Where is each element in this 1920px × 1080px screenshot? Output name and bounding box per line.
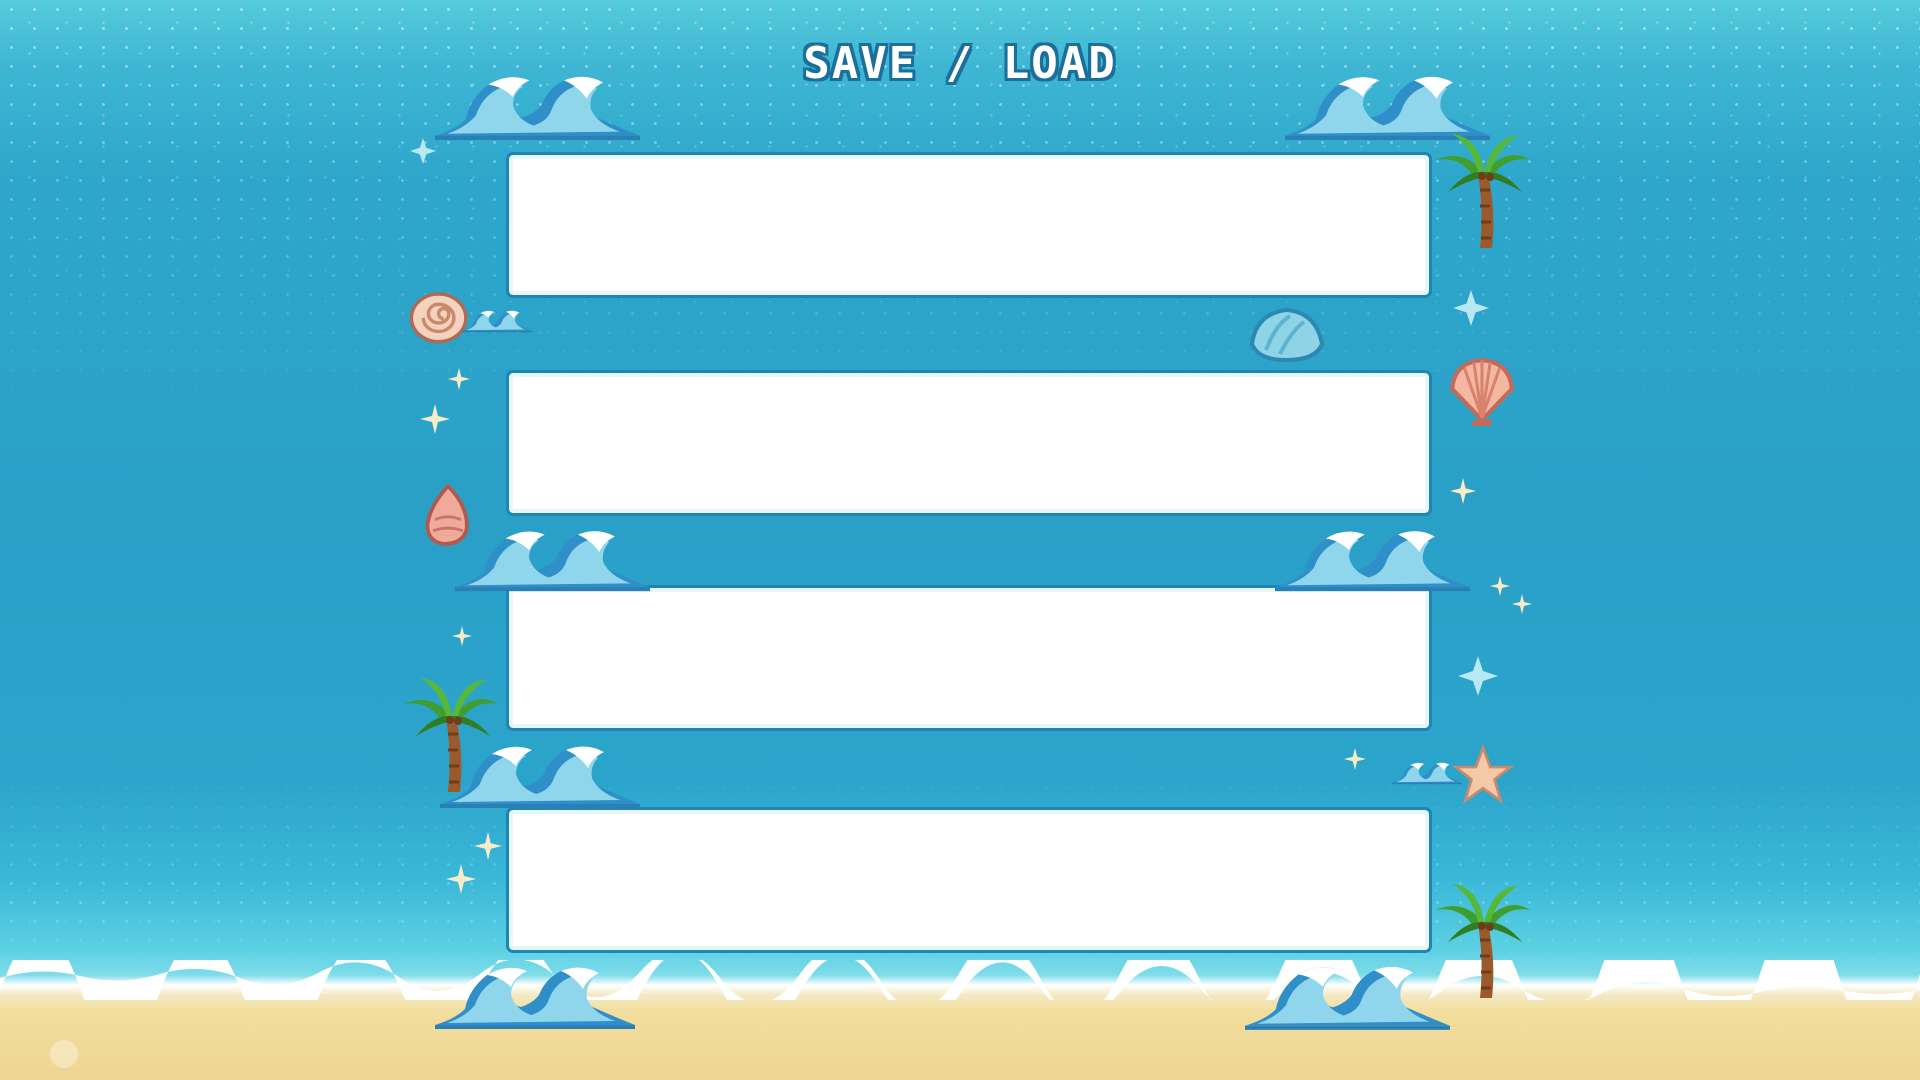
save-slot-1[interactable] [506, 152, 1432, 298]
sparkle-icon [474, 832, 502, 860]
wave-icon [1275, 522, 1470, 592]
sparkle-icon [1512, 594, 1532, 614]
sparkle-icon [410, 138, 436, 164]
sparkle-icon [1344, 748, 1366, 770]
page-title: SAVE / LOAD [803, 38, 1117, 89]
wave-icon [455, 522, 650, 592]
shoreline-foam [0, 960, 1920, 1000]
save-slot-2[interactable] [506, 370, 1432, 516]
wave-icon [1245, 958, 1450, 1030]
wave-icon [435, 958, 635, 1030]
sparkle-icon [420, 404, 450, 434]
sparkle-icon [1450, 478, 1476, 504]
palm-tree-icon [1432, 130, 1532, 250]
sparkle-icon [448, 368, 470, 390]
wave-icon [435, 68, 640, 140]
scallop-shell-icon [1444, 354, 1520, 426]
save-slot-4[interactable] [506, 807, 1432, 953]
sparkle-icon [1490, 576, 1510, 596]
wave-icon [462, 300, 532, 340]
sparkle-icon [446, 864, 476, 894]
blue-shell-icon [1246, 304, 1326, 364]
starfish-icon [1452, 744, 1514, 806]
sparkle-icon [1453, 290, 1489, 326]
sparkle-icon [1458, 656, 1498, 696]
sparkle-icon [452, 626, 472, 646]
corner-shell-icon [50, 1040, 78, 1068]
wave-icon [440, 738, 640, 808]
save-slot-3[interactable] [506, 585, 1432, 731]
